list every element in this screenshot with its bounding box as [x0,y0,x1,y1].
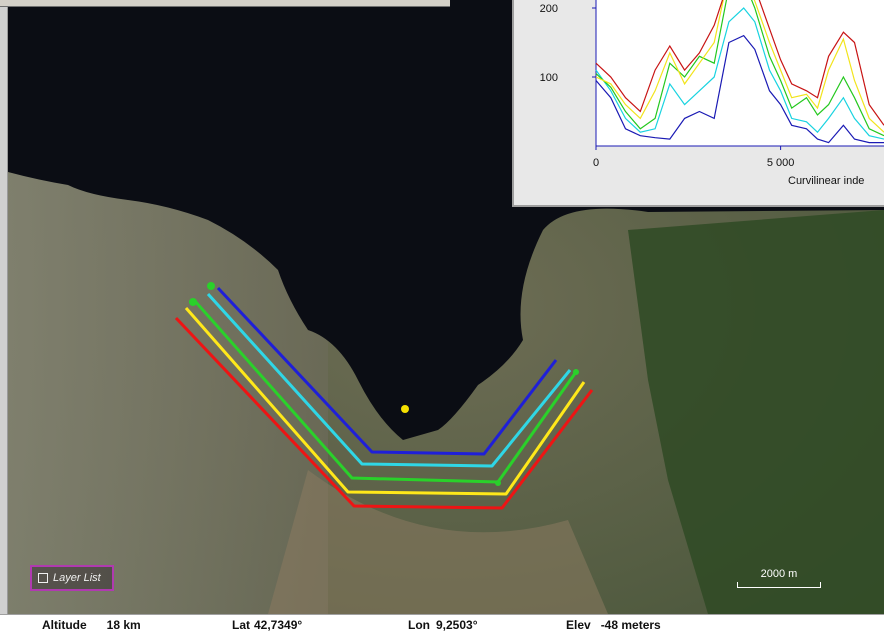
layer-list-label: Layer List [53,572,101,584]
x-axis-label: Curvilinear inde [788,175,864,187]
layer-list-button[interactable]: Layer List [30,565,114,591]
world-wind-app: Layer List 2000 m 0 5 000 100 200 Curviline… [0,0,884,635]
status-bar: Altitude 18 km Lat 42,7349° Lon 9,2503° Ele… [0,614,884,635]
scale-label: 2000 m [760,568,798,580]
elevation-label: Elev [566,618,591,632]
longitude-value: 9,2503° [436,618,478,632]
longitude-readout: Lon 9,2503° [408,618,478,632]
latitude-value: 42,7349° [254,618,303,632]
altitude-readout: Altitude 18 km [42,618,141,632]
y-tick-label: 100 [540,72,558,84]
elevation-profile-window[interactable]: 0 5 000 100 200 Curvilinear inde [512,0,884,207]
window-left-edge [0,0,8,614]
checkbox-icon [38,573,48,583]
elevation-chart: 0 5 000 100 200 Curvilinear inde [540,0,884,187]
path-vertex-marker[interactable] [495,480,501,486]
path-handle-marker[interactable] [189,298,197,306]
altitude-value: 18 km [106,618,141,632]
scale-bar: 2000 m [737,568,821,590]
y-tick-label: 200 [540,3,558,15]
elevation-readout: Elev -48 meters [566,618,661,632]
latitude-readout: Lat 42,7349° [232,618,302,632]
elevation-value: -48 meters [600,618,661,632]
x-tick-label: 0 [593,157,599,169]
altitude-label: Altitude [42,618,87,632]
top-panel-edge [0,0,450,7]
latitude-label: Lat [232,618,250,632]
path-start-marker[interactable] [207,282,215,290]
scale-line [737,582,821,588]
longitude-label: Lon [408,618,430,632]
x-tick-label: 5 000 [767,157,795,169]
location-marker[interactable] [401,405,409,413]
path-end-marker[interactable] [573,369,579,375]
plot-area [596,0,884,146]
